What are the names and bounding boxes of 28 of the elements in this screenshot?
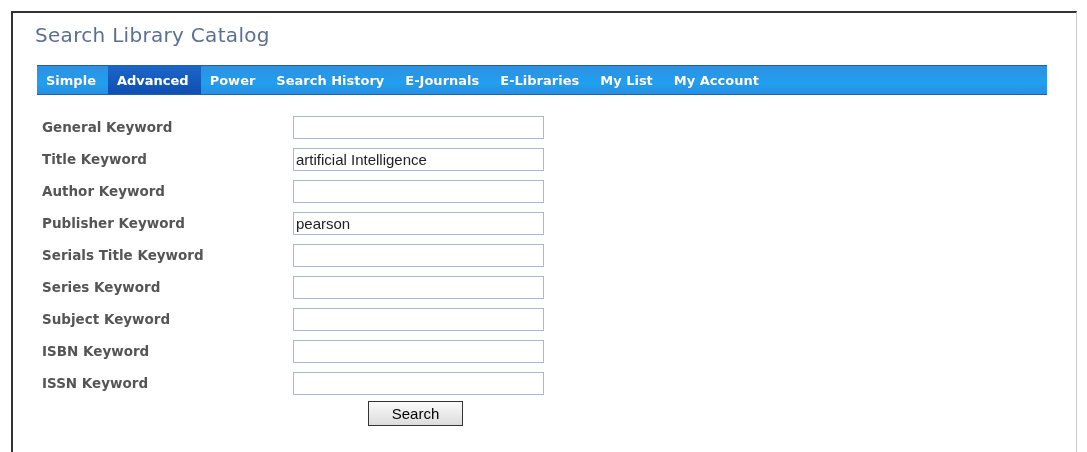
search-button[interactable]: Search	[368, 401, 463, 426]
field-label: ISSN Keyword	[42, 375, 150, 391]
nav-tab[interactable]: My List	[591, 66, 665, 94]
page-title: Search Library Catalog	[35, 23, 270, 47]
nav-tab[interactable]: Advanced	[107, 66, 201, 94]
input-field[interactable]	[293, 371, 544, 395]
input-field[interactable]	[293, 307, 544, 331]
nav-tab[interactable]: Search History	[267, 66, 397, 94]
input-field[interactable]	[293, 115, 544, 139]
field-label: General Keyword	[42, 119, 174, 135]
input-field[interactable]: artificial Intelligence	[293, 147, 544, 171]
field-label: Author Keyword	[42, 183, 166, 199]
nav-tab[interactable]: E-Journals	[396, 66, 492, 94]
field-label: Subject Keyword	[42, 311, 172, 327]
input-field[interactable]	[293, 275, 544, 299]
nav-tab[interactable]: Power	[200, 66, 268, 94]
nav-tab[interactable]: Simple	[37, 66, 108, 94]
nav-tab[interactable]: My Account	[664, 66, 771, 94]
input-field[interactable]	[293, 339, 544, 363]
input-field[interactable]: pearson	[293, 211, 544, 235]
input-field[interactable]	[293, 179, 544, 203]
input-field[interactable]	[293, 243, 544, 267]
field-label: Title Keyword	[42, 151, 149, 167]
nav-tab[interactable]: E-Libraries	[491, 66, 592, 94]
field-label: Serials Title Keyword	[42, 247, 205, 263]
field-label: Series Keyword	[42, 279, 162, 295]
field-label: Publisher Keyword	[42, 215, 186, 231]
field-label: ISBN Keyword	[42, 343, 151, 359]
